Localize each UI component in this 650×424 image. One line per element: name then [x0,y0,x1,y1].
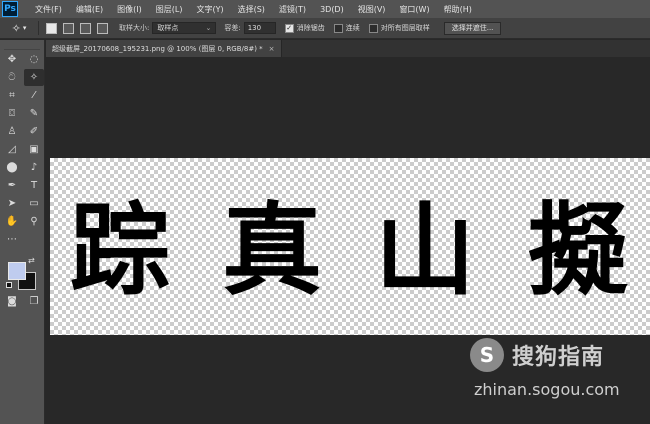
eyedropper-icon[interactable]: ⁄ [24,87,44,104]
history-brush-icon[interactable]: ✐ [24,123,44,140]
anti-alias-label: 消除锯齿 [296,24,325,32]
tool-row: ➤ ▭ [0,195,44,212]
tool-row: ⋯ [0,231,44,248]
move-icon[interactable]: ✥ [2,51,22,68]
tool-row: ◙ ❐ [0,293,44,310]
lasso-icon[interactable]: ට [2,69,22,86]
sample-size-label: 取样大小: [119,24,150,32]
path-selection-icon[interactable]: ➤ [2,195,22,212]
menu-edit[interactable]: 编辑(E) [69,4,110,15]
default-colors-icon[interactable] [6,282,12,288]
sogou-watermark: S 搜狗指南 zhinan.sogou.com [470,338,648,410]
menu-file[interactable]: 文件(F) [28,4,69,15]
tool-row: ⬤ ♪ [0,159,44,176]
blur-icon[interactable]: ⬤ [2,159,22,176]
document-tab[interactable]: 超级截屏_20170608_195231.png @ 100% (图层 0, R… [46,40,282,57]
anti-alias-checkbox[interactable]: ✓ [284,23,294,33]
menu-type[interactable]: 文字(Y) [189,4,230,15]
add-to-selection-mode-button[interactable] [63,22,74,34]
color-swatches: ⇄ [0,256,44,292]
tool-row: ♙ ✐ [0,123,44,140]
photoshop-window: Ps 文件(F) 编辑(E) 图像(I) 图层(L) 文字(Y) 选择(S) 滤… [0,0,650,424]
gradient-icon[interactable]: ▣ [24,141,44,158]
menu-layer[interactable]: 图层(L) [149,4,190,15]
chevron-down-icon: ▾ [22,24,27,32]
sample-size-select[interactable]: 取样点 ⌄ [152,22,217,34]
document-tab-title: 超级截屏_20170608_195231.png @ 100% (图层 0, R… [52,44,263,53]
intersect-selection-mode-button[interactable] [97,22,108,34]
brush-icon[interactable]: ✎ [24,105,44,122]
sogou-logo-icon: S [470,338,504,372]
crop-icon[interactable]: ⌗ [2,87,22,104]
new-selection-mode-button[interactable] [46,22,57,34]
select-and-mask-button[interactable]: 选择并遮住... [443,21,502,35]
document-tab-strip: 超级截屏_20170608_195231.png @ 100% (图层 0, R… [46,40,650,57]
healing-brush-icon[interactable]: ⌼ [2,105,22,122]
marquee-icon[interactable]: ◌ [24,51,44,68]
eraser-icon[interactable]: ◿ [2,141,22,158]
menu-help[interactable]: 帮助(H) [437,4,479,15]
zoom-icon[interactable]: ⚲ [24,213,44,230]
tool-row: ✋ ⚲ [0,213,44,230]
magic-wand-icon[interactable]: ✧ [24,69,44,86]
swap-colors-icon[interactable]: ⇄ [28,256,35,265]
watermark-name: 搜狗指南 [512,345,605,370]
sample-size-value: 取样点 [157,24,179,32]
tool-row: ට ✧ [0,69,44,86]
tool-row: ✥ ◌ [0,51,44,68]
clone-stamp-icon[interactable]: ♙ [2,123,22,140]
calligraphy-character: 擬 [528,191,628,309]
calligraphy-character: 踪 [70,191,170,309]
subtract-from-selection-mode-button[interactable] [80,22,91,34]
photoshop-logo: Ps [2,1,18,17]
tools-panel: ✥ ◌ ට ✧ ⌗ ⁄ ⌼ ✎ ♙ ✐ ◿ ▣ ⬤ ♪ ✒ T ➤ ▭ ✋ ⚲ … [0,40,45,424]
image-canvas[interactable]: 踪 真 山 擬 [50,158,650,335]
calligraphy-character: 真 [222,191,322,309]
chevron-down-icon: ⌄ [205,24,212,32]
contiguous-checkbox[interactable] [333,23,343,33]
menu-filter[interactable]: 滤镜(T) [272,4,313,15]
menu-bar: Ps 文件(F) 编辑(E) 图像(I) 图层(L) 文字(Y) 选择(S) 滤… [0,0,650,18]
menu-3d[interactable]: 3D(D) [313,5,351,14]
magic-wand-icon: ✧ [11,21,21,35]
tool-row: ✒ T [0,177,44,194]
menu-window[interactable]: 窗口(W) [392,4,436,15]
tool-row: ⌗ ⁄ [0,87,44,104]
contiguous-label: 连续 [345,24,360,32]
tool-row: ⌼ ✎ [0,105,44,122]
screen-mode-icon[interactable]: ❐ [24,293,44,310]
close-icon[interactable]: × [269,45,275,53]
hand-icon[interactable]: ✋ [2,213,22,230]
divider [38,21,39,35]
dodge-icon[interactable]: ♪ [24,159,44,176]
menu-image[interactable]: 图像(I) [110,4,149,15]
quick-mask-icon[interactable]: ◙ [2,293,22,310]
tolerance-label: 容差: [224,24,241,32]
foreground-color-swatch[interactable] [8,262,26,280]
panel-grip[interactable] [4,42,40,50]
tolerance-input[interactable]: 130 [243,22,276,34]
watermark-url: zhinan.sogou.com [474,380,620,399]
pen-icon[interactable]: ✒ [2,177,22,194]
options-bar: ✧ ▾ 取样大小: 取样点 ⌄ 容差: 130 ✓ 消除锯齿 连续 对所有图层取样… [0,18,650,39]
sample-all-layers-label: 对所有图层取样 [380,24,430,32]
menu-select[interactable]: 选择(S) [231,4,272,15]
menu-view[interactable]: 视图(V) [351,4,393,15]
tool-preset-picker[interactable]: ✧ ▾ [4,20,34,37]
more-tools-icon[interactable]: ⋯ [2,231,22,248]
tool-row: ◿ ▣ [0,141,44,158]
sample-all-layers-checkbox[interactable] [368,23,378,33]
calligraphy-character: 山 [375,191,475,309]
type-icon[interactable]: T [24,177,44,194]
rectangle-icon[interactable]: ▭ [24,195,44,212]
